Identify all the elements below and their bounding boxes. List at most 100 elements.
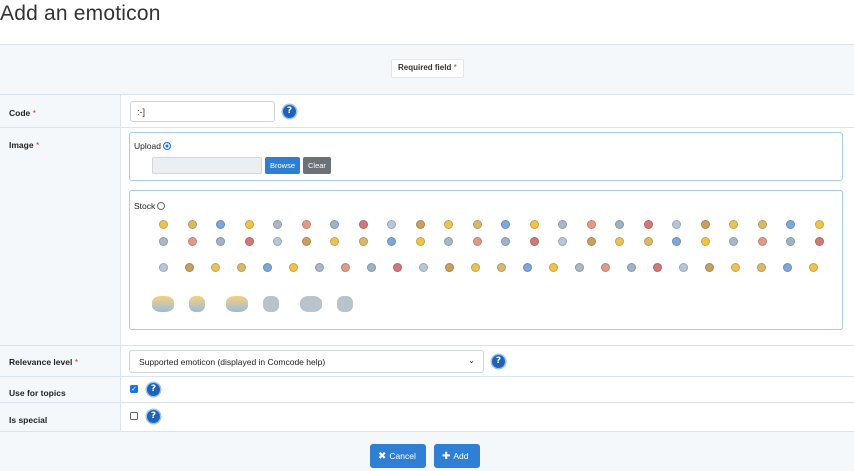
question-icon[interactable]: ? <box>492 355 505 368</box>
file-input[interactable] <box>152 157 262 174</box>
worried-emoticon-icon[interactable] <box>814 237 824 246</box>
question-icon[interactable]: ? <box>147 410 160 423</box>
angry-emoticon-icon[interactable] <box>387 220 396 229</box>
smirk-emoticon-icon[interactable] <box>501 220 510 229</box>
kiss-emoticon-icon[interactable] <box>672 220 681 229</box>
nerd-emoticon-icon[interactable] <box>615 220 624 229</box>
cool-emoticon-icon[interactable] <box>627 263 636 272</box>
eyeroll-emoticon-icon[interactable] <box>586 220 596 229</box>
cry-emoticon-icon[interactable] <box>529 220 539 229</box>
cancel-button[interactable]: ✖ Cancel <box>370 444 426 468</box>
sleepy-emoticon-icon[interactable] <box>152 296 174 312</box>
sleepy-emoticon-icon[interactable] <box>729 237 738 246</box>
kiss-emoticon-icon[interactable] <box>159 263 168 272</box>
blush-emoticon-icon[interactable] <box>757 263 766 272</box>
laugh-emoticon-icon[interactable] <box>187 220 197 229</box>
kiss-emoticon-icon[interactable] <box>300 296 322 312</box>
skull-emoticon-icon[interactable] <box>367 263 376 272</box>
question-icon[interactable]: ? <box>147 383 160 396</box>
laugh-emoticon-icon[interactable] <box>497 263 506 272</box>
love-emoticon-icon[interactable] <box>700 220 710 229</box>
skull-emoticon-icon[interactable] <box>216 237 225 246</box>
shocked-emoticon-icon[interactable] <box>731 263 740 272</box>
stock-radio[interactable] <box>157 202 166 210</box>
confused-emoticon-icon[interactable] <box>472 237 482 246</box>
alien-emoticon-icon[interactable] <box>315 263 324 272</box>
relevance-row: Relevance level * Supported emoticon (di… <box>0 346 854 377</box>
special-checkbox[interactable] <box>130 412 138 420</box>
shocked-emoticon-icon[interactable] <box>444 220 453 229</box>
ninja-emoticon-icon[interactable] <box>237 263 246 272</box>
pirate-emoticon-icon[interactable] <box>786 220 795 229</box>
clear-button[interactable]: Clear <box>303 157 331 174</box>
cry-emoticon-icon[interactable] <box>700 237 710 246</box>
code-label: Code * <box>9 108 36 118</box>
sleepy-emoticon-icon[interactable] <box>558 220 567 229</box>
love-emoticon-icon[interactable] <box>185 263 194 272</box>
blush-emoticon-icon[interactable] <box>472 220 482 229</box>
eyeroll-emoticon-icon[interactable] <box>189 296 205 312</box>
cry-emoticon-icon[interactable] <box>809 263 818 272</box>
nerd-emoticon-icon[interactable] <box>226 296 248 312</box>
eyeroll-emoticon-icon[interactable] <box>757 237 767 246</box>
code-input[interactable] <box>130 101 275 122</box>
devil-emoticon-icon[interactable] <box>211 263 220 272</box>
ninja-emoticon-icon[interactable] <box>757 220 767 229</box>
neutral-emoticon-icon[interactable] <box>705 263 714 272</box>
stock-radio-label[interactable]: Stock <box>134 201 166 211</box>
upload-radio[interactable] <box>162 142 171 150</box>
confused-emoticon-icon[interactable] <box>601 263 610 272</box>
tongue-emoticon-icon[interactable] <box>529 237 539 246</box>
sad-emoticon-icon[interactable] <box>444 237 453 246</box>
smirk-emoticon-icon[interactable] <box>783 263 792 272</box>
topics-checkbox[interactable]: ✓ <box>130 385 138 393</box>
wink-emoticon-icon[interactable] <box>523 263 532 272</box>
question-icon[interactable]: ? <box>283 105 296 118</box>
confused-emoticon-icon[interactable] <box>301 220 311 229</box>
zombie-emoticon-icon[interactable] <box>244 237 254 246</box>
robot-emoticon-icon[interactable] <box>289 263 298 272</box>
worried-emoticon-icon[interactable] <box>643 220 653 229</box>
wink-emoticon-icon[interactable] <box>216 220 225 229</box>
topics-row: Use for topics ✓ ? <box>0 377 854 403</box>
laugh-emoticon-icon[interactable] <box>358 237 368 246</box>
sad-emoticon-icon[interactable] <box>575 263 584 272</box>
tongue-emoticon-icon[interactable] <box>358 220 368 229</box>
wink-emoticon-icon[interactable] <box>387 237 396 246</box>
love-emoticon-icon[interactable] <box>337 296 353 312</box>
shocked-emoticon-icon[interactable] <box>615 237 624 246</box>
smile-emoticon-icon[interactable] <box>159 220 168 229</box>
angry-emoticon-icon[interactable] <box>558 237 567 246</box>
smile-emoticon-icon[interactable] <box>471 263 480 272</box>
add-button[interactable]: ✚ Add <box>434 444 480 468</box>
smile-emoticon-icon[interactable] <box>330 237 339 246</box>
neutral-emoticon-icon[interactable] <box>415 220 425 229</box>
smirk-emoticon-icon[interactable] <box>672 237 681 246</box>
wizard-emoticon-icon[interactable] <box>301 237 311 246</box>
upload-radio-label[interactable]: Upload <box>134 141 171 151</box>
tongue-emoticon-icon[interactable] <box>653 263 662 272</box>
angry-emoticon-icon[interactable] <box>679 263 688 272</box>
sad-emoticon-icon[interactable] <box>273 220 282 229</box>
alien-emoticon-icon[interactable] <box>159 237 168 246</box>
zombie-emoticon-icon[interactable] <box>393 263 402 272</box>
grin-emoticon-icon[interactable] <box>415 237 425 246</box>
cool-emoticon-icon[interactable] <box>330 220 339 229</box>
worried-emoticon-icon[interactable] <box>263 296 279 312</box>
clown-emoticon-icon[interactable] <box>273 237 282 246</box>
wizard-emoticon-icon[interactable] <box>445 263 454 272</box>
cool-emoticon-icon[interactable] <box>501 237 510 246</box>
devil-emoticon-icon[interactable] <box>729 220 738 229</box>
relevance-select[interactable]: Supported emoticon (displayed in Comcode… <box>129 350 484 373</box>
browse-button[interactable]: Browse <box>265 157 301 174</box>
pirate-emoticon-icon[interactable] <box>263 263 272 272</box>
robot-emoticon-icon[interactable] <box>814 220 824 229</box>
blush-emoticon-icon[interactable] <box>643 237 653 246</box>
neutral-emoticon-icon[interactable] <box>586 237 596 246</box>
ghost-emoticon-icon[interactable] <box>187 237 197 246</box>
nerd-emoticon-icon[interactable] <box>786 237 795 246</box>
grin-emoticon-icon[interactable] <box>549 263 558 272</box>
clown-emoticon-icon[interactable] <box>419 263 428 272</box>
grin-emoticon-icon[interactable] <box>244 220 254 229</box>
ghost-emoticon-icon[interactable] <box>341 263 350 272</box>
